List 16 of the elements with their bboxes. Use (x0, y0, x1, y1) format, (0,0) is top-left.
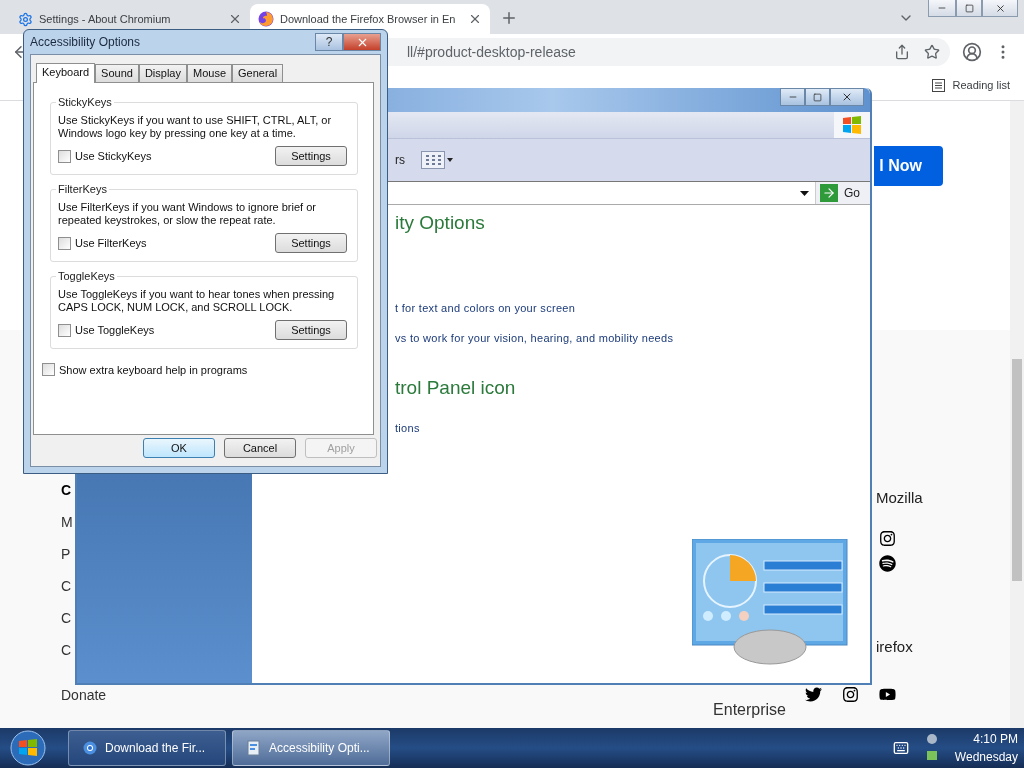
footer-heading: irefox (876, 638, 913, 655)
group-description: Use FilterKeys if you want Windows to ignore brief or repeated keystrokes, or slow the repeat rate. (58, 201, 317, 227)
clock-time: 4:10 PM (973, 731, 1018, 748)
footer-heading: Mozilla (876, 489, 923, 506)
group-description: Use ToggleKeys if you want to hear tones when pressing CAPS LOCK, NUM LOCK, and SCROLL LOCK. (58, 288, 336, 314)
group-description: Use StickyKeys if you want to use SHIFT, CTRL, ALT, or Windows logo key by pressing one key at a time. (58, 114, 333, 140)
group-title: StickyKeys (57, 96, 113, 108)
tab-title: Download the Firefox Browser in En (280, 13, 457, 25)
url-text: ll/#product-desktop-release (407, 44, 577, 60)
section-heading: ity Options (395, 211, 485, 235)
tab-title: Settings - About Chromium (39, 13, 172, 25)
section-heading: trol Panel icon (395, 376, 516, 400)
group-title: FilterKeys (57, 183, 108, 195)
clock-day: Wednesday (954, 748, 1018, 766)
group-title: ToggleKeys (57, 270, 116, 282)
footer-heading: C (61, 482, 72, 498)
